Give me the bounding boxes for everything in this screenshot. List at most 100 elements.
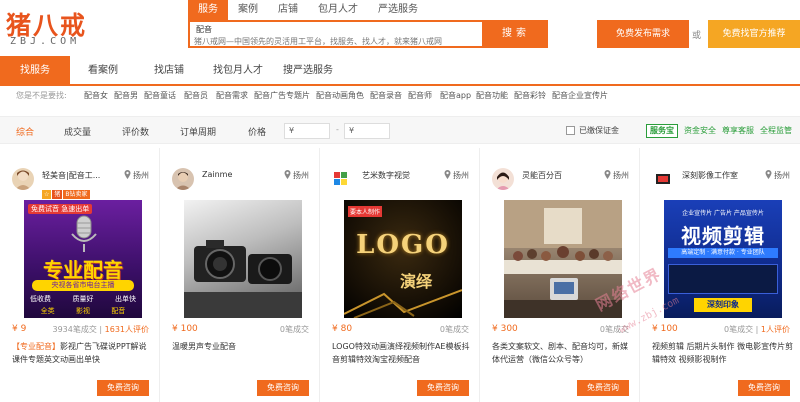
price-min-input[interactable]: ¥ — [284, 123, 330, 139]
nav-view-cases[interactable]: 看案例 — [76, 56, 130, 86]
service-title[interactable]: LOGO特效动画演绎视频制作AE模板抖音剪辑特效淘宝视频配音 — [332, 340, 474, 366]
related-label: 您是不是要找: — [16, 91, 67, 100]
seller-avatar[interactable] — [332, 168, 354, 190]
nav-select-service[interactable]: 搜严选服务 — [276, 56, 340, 86]
reviews-count[interactable]: 1人评价 — [761, 325, 790, 334]
service-price: ¥ 100 — [652, 324, 678, 334]
free-consult-button[interactable]: 免费咨询 — [738, 380, 790, 396]
search-tab-case[interactable]: 案例 — [228, 0, 268, 20]
seller-avatar[interactable] — [492, 168, 514, 190]
search-input[interactable]: 配音 猪八戒网—中国领先的灵活用工平台，找服务、找人才，就来猪八戒网 — [188, 20, 484, 48]
nav-find-shop[interactable]: 找店铺 — [142, 56, 196, 86]
service-stats: 0笔成交 | 1人评价 — [724, 325, 790, 334]
poster-tag: 影视 — [75, 307, 90, 315]
service-title[interactable]: 【专业配音】影视广告飞碟说PPT解说课件专题英文动画出单快 — [12, 340, 154, 366]
free-consult-button[interactable]: 免费咨询 — [97, 380, 149, 396]
related-item[interactable]: 配音动画角色 — [316, 90, 364, 101]
seller-name[interactable]: 轻美音|配音工... — [42, 170, 122, 181]
service-image[interactable]: 企业宣传片 广告片 产品宣传片 视频剪辑 高端定制 · 满意付款 · 专业团队 … — [664, 200, 782, 318]
free-consult-button[interactable]: 免费咨询 — [417, 380, 469, 396]
seller-name[interactable]: 灵能百分百 — [522, 170, 602, 181]
related-item[interactable]: 配音员 — [184, 90, 208, 101]
service-image[interactable] — [184, 200, 302, 318]
svc-vip-service: 尊享客服 — [722, 126, 754, 135]
related-searches: 您是不是要找: 配音女 配音男 配音童话 配音员 配音需求 配音广告专题片 配音… — [0, 86, 800, 106]
related-item[interactable]: 配音录音 — [370, 90, 402, 101]
location-pin-icon — [765, 170, 772, 179]
seller-name[interactable]: 艺米数字视觉 — [362, 170, 442, 181]
related-item[interactable]: 配音企业宣传片 — [552, 90, 608, 101]
service-card[interactable]: 灵能百分百 扬州 ¥ 300 0笔成交 各类文案软文、剧本、配音均可，新媒体代运… — [482, 148, 640, 402]
badge-zbj: 猪 — [52, 190, 63, 199]
poster-title: 专业配音 — [43, 258, 123, 282]
service-price: ¥ 80 — [332, 324, 353, 334]
post-request-button[interactable]: 免费发布需求 — [597, 20, 689, 48]
service-stats: 3934笔成交 | 1631人评价 — [52, 325, 150, 334]
service-title[interactable]: 各类文案软文、剧本、配音均可，新媒体代运营（微信公众号等） — [492, 340, 634, 366]
service-image[interactable]: 免费试音 急速出单 专业配音 央视各省市电台主播 低收费 质量好 出单快 全类 影视 配… — [24, 200, 142, 318]
service-stats: 0笔成交 — [280, 324, 309, 335]
location-text: 扬州 — [133, 171, 149, 180]
search-tab-shop[interactable]: 店铺 — [268, 0, 308, 20]
seller-avatar[interactable] — [12, 168, 34, 190]
sort-comprehensive[interactable]: 综合 — [16, 125, 34, 138]
service-title[interactable]: 视频剪辑 后期片头制作 微电影宣传片剪辑特效 视频影视制作 — [652, 340, 794, 366]
site-logo[interactable]: 猪八戒 ZBJ.COM — [6, 6, 176, 52]
search-type-tabs: 服务 案例 店铺 包月人才 严选服务 — [188, 0, 428, 20]
poster-tag: 全类 — [40, 307, 55, 315]
seller-avatar[interactable] — [172, 168, 194, 190]
camera-photo — [184, 240, 302, 318]
related-item[interactable]: 配音童话 — [144, 90, 176, 101]
search-tab-service[interactable]: 服务 — [188, 0, 228, 20]
sort-order-cycle[interactable]: 订单周期 — [180, 125, 216, 138]
poster-tag: 要本人制作 — [348, 206, 383, 217]
deals-count: 0笔成交 — [439, 325, 469, 334]
guarantee-label[interactable]: 已缴保证金 — [579, 125, 619, 136]
related-item[interactable]: 配音需求 — [216, 90, 248, 101]
related-item[interactable]: 配音师 — [408, 90, 432, 101]
search-button[interactable]: 搜索 — [484, 20, 548, 48]
reviews-count[interactable]: 1631人评价 — [105, 325, 149, 334]
related-item[interactable]: 配音app — [440, 90, 471, 101]
service-card[interactable]: 轻美音|配音工... 扬州 ☆ 猪 B钻卖家 免费试音 急速出单 专业配音 央视各省… — [2, 148, 160, 402]
nav-find-service[interactable]: 找服务 — [0, 56, 70, 86]
seller-avatar[interactable] — [652, 168, 674, 190]
poster-logo-text: LOGO — [356, 230, 450, 260]
service-title[interactable]: 温暖男声专业配音 — [172, 340, 314, 353]
sort-reviews[interactable]: 评价数 — [122, 125, 149, 138]
service-guarantee-logo: 服务宝 — [646, 124, 678, 138]
poster-tag: 配音 — [111, 307, 126, 315]
deals-count: 3934笔成交 — [52, 325, 97, 334]
service-price: ¥ 100 — [172, 324, 198, 334]
service-title-highlight: 【专业配音】 — [12, 342, 60, 351]
service-image[interactable]: 要本人制作 LOGO 演绎 — [344, 200, 462, 318]
poster-line1: 免费试音 急速出单 — [28, 204, 93, 214]
service-price: ¥ 9 — [12, 324, 27, 334]
find-official-button[interactable]: 免费找官方推荐 — [708, 20, 800, 48]
badge-level: B钻卖家 — [63, 190, 90, 199]
poster-brand: 深刻印象 — [694, 298, 752, 312]
service-card[interactable]: Zainme 扬州 ¥ 100 0笔成交 温暖男声专业配音 免费咨询 — [162, 148, 320, 402]
related-item[interactable]: 配音女 — [84, 90, 108, 101]
location-pin-icon — [604, 170, 611, 179]
related-item[interactable]: 配音功能 — [476, 90, 508, 101]
service-card[interactable]: 深刻影像工作室 扬州 企业宣传片 广告片 产品宣传片 视频剪辑 高端定制 · 满… — [642, 148, 800, 402]
nav-monthly-talent[interactable]: 找包月人才 — [206, 56, 270, 86]
search-tab-select[interactable]: 严选服务 — [368, 0, 428, 20]
related-item[interactable]: 配音广告专题片 — [254, 90, 310, 101]
free-consult-button[interactable]: 免费咨询 — [257, 380, 309, 396]
guarantee-checkbox[interactable] — [566, 126, 575, 135]
related-item[interactable]: 配音男 — [114, 90, 138, 101]
seller-name[interactable]: 深刻影像工作室 — [682, 170, 762, 181]
free-consult-button[interactable]: 免费咨询 — [577, 380, 629, 396]
search-suggestion[interactable]: 猪八戒网—中国领先的灵活用工平台，找服务、找人才，就来猪八戒网 — [194, 36, 442, 47]
related-item[interactable]: 配音彩铃 — [514, 90, 546, 101]
sort-price[interactable]: 价格 — [248, 125, 266, 138]
search-tab-monthly[interactable]: 包月人才 — [308, 0, 368, 20]
price-max-input[interactable]: ¥ — [344, 123, 390, 139]
seller-name[interactable]: Zainme — [202, 170, 282, 179]
service-card[interactable]: 艺米数字视觉 扬州 要本人制作 LOGO 演绎 ¥ 80 0笔成交 LOGO特效… — [322, 148, 480, 402]
sort-volume[interactable]: 成交量 — [64, 125, 91, 138]
seller-location: 扬州 — [444, 170, 469, 181]
deals-count: 0笔成交 — [279, 325, 309, 334]
